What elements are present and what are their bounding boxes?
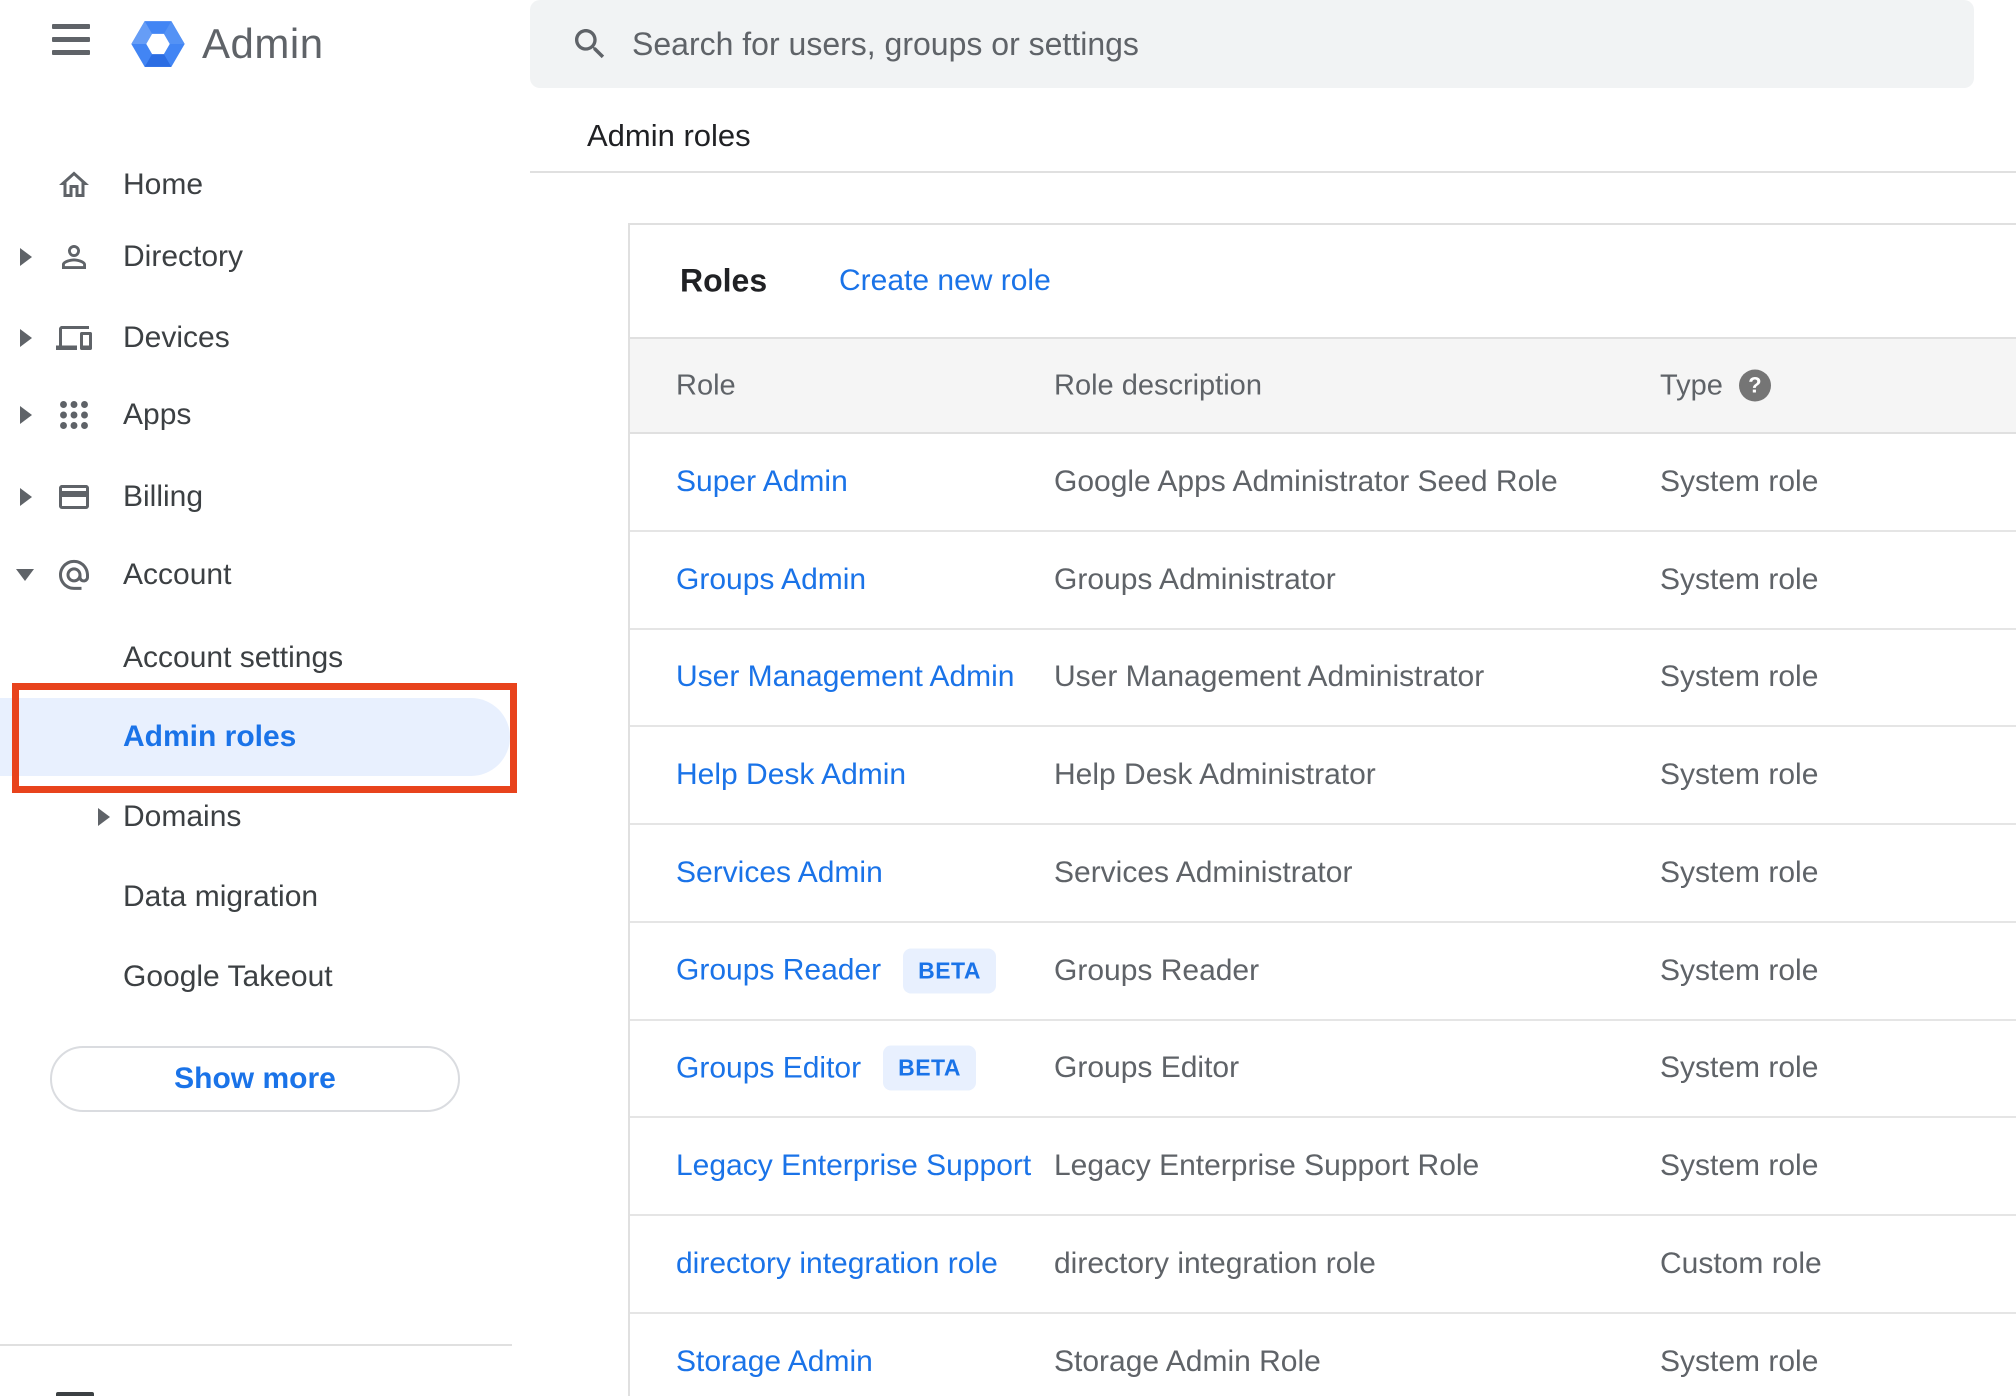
sidebar-item-label: Home — [123, 168, 204, 201]
sidebar-item-admin-roles-selected[interactable]: Admin roles — [0, 698, 510, 776]
role-type: Custom role — [1660, 1246, 1822, 1280]
role-link[interactable]: User Management Admin — [676, 660, 1015, 694]
expand-right-icon[interactable] — [98, 808, 110, 826]
breadcrumb: Admin roles — [587, 118, 751, 153]
expand-right-icon[interactable] — [20, 329, 32, 347]
table-row: Groups Admin Groups Administrator System… — [630, 532, 2016, 630]
sidebar-item-devices[interactable]: Devices — [0, 298, 510, 378]
sidebar-item-account[interactable]: Account — [0, 535, 510, 615]
role-link[interactable]: Super Admin — [676, 465, 848, 499]
sidebar-item-label: Devices — [123, 321, 230, 354]
role-description: Legacy Enterprise Support Role — [1054, 1149, 1480, 1183]
search-placeholder: Search for users, groups or settings — [632, 25, 1139, 62]
sidebar-item-domains[interactable]: Domains — [0, 777, 510, 857]
expand-right-icon[interactable] — [20, 406, 32, 424]
sidebar-item-apps[interactable]: Apps — [0, 375, 510, 455]
search-icon — [575, 29, 605, 59]
table-row: User Management Admin User Management Ad… — [630, 630, 2016, 728]
role-link[interactable]: Help Desk Admin — [676, 758, 906, 792]
show-more-label: Show more — [174, 1062, 336, 1095]
table-row: Groups Editor BETA Groups Editor System … — [630, 1021, 2016, 1119]
role-type: System role — [1660, 1344, 1819, 1378]
role-description: User Management Administrator — [1054, 660, 1485, 694]
role-type: System role — [1660, 1149, 1819, 1183]
roles-card-titlebar: Roles Create new role — [630, 225, 2016, 337]
sidebar-item-label: Domains — [123, 800, 242, 833]
home-icon — [56, 167, 92, 203]
cut-off-icon — [56, 1392, 94, 1396]
apps-grid-icon — [56, 397, 92, 433]
sidebar-item-directory[interactable]: Directory — [0, 217, 510, 297]
devices-icon — [56, 320, 92, 356]
role-description: Groups Editor — [1054, 1051, 1240, 1085]
roles-table-header: Role Role description Type ? — [630, 337, 2016, 434]
role-link[interactable]: Services Admin — [676, 856, 883, 890]
person-icon — [56, 239, 92, 275]
role-type: System role — [1660, 953, 1819, 987]
sidebar-item-label: Billing — [123, 480, 204, 513]
sidebar-item-label: Google Takeout — [123, 960, 333, 993]
role-link[interactable]: Legacy Enterprise Support — [676, 1149, 1031, 1183]
sidebar-item-label: Account settings — [123, 641, 344, 674]
sidebar-item-data-migration[interactable]: Data migration — [0, 857, 510, 937]
admin-console-screen: Admin Search for users, groups or settin… — [0, 0, 2016, 1396]
table-row: Help Desk Admin Help Desk Administrator … — [630, 727, 2016, 825]
table-row: Services Admin Services Administrator Sy… — [630, 825, 2016, 923]
role-type: System role — [1660, 660, 1819, 694]
show-more-button[interactable]: Show more — [50, 1046, 460, 1112]
expand-right-icon[interactable] — [20, 488, 32, 506]
app-title: Admin — [202, 20, 324, 67]
create-new-role-link[interactable]: Create new role — [839, 264, 1051, 298]
search-bar[interactable]: Search for users, groups or settings — [530, 0, 1974, 88]
roles-table-body: Super Admin Google Apps Administrator Se… — [630, 434, 2016, 1396]
help-icon[interactable]: ? — [1738, 369, 1771, 402]
role-description: directory integration role — [1054, 1246, 1376, 1280]
role-description: Groups Administrator — [1054, 562, 1336, 596]
expand-right-icon[interactable] — [20, 248, 32, 266]
table-row: Super Admin Google Apps Administrator Se… — [630, 434, 2016, 532]
credit-card-icon — [56, 479, 92, 515]
table-row: directory integration role directory int… — [630, 1216, 2016, 1314]
sidebar-bottom-divider — [0, 1344, 512, 1346]
roles-title: Roles — [680, 262, 768, 299]
role-description: Storage Admin Role — [1054, 1344, 1321, 1378]
role-description: Groups Reader — [1054, 953, 1260, 987]
table-row: Storage Admin Storage Admin Role System … — [630, 1314, 2016, 1396]
role-description: Help Desk Administrator — [1054, 758, 1376, 792]
column-header-type: Type — [1660, 369, 1723, 401]
role-description: Google Apps Administrator Seed Role — [1054, 464, 1558, 498]
sidebar-item-home[interactable]: Home — [0, 145, 510, 225]
sidebar-item-account-settings[interactable]: Account settings — [0, 618, 510, 698]
at-sign-icon — [56, 557, 92, 593]
sidebar-item-label: Account — [123, 558, 232, 591]
table-row: Groups Reader BETA Groups Reader System … — [630, 923, 2016, 1021]
menu-hamburger-icon[interactable] — [52, 24, 90, 58]
role-type: System role — [1660, 1051, 1819, 1085]
beta-badge: BETA — [903, 948, 997, 994]
sidebar-item-label: Data migration — [123, 880, 319, 913]
role-type: System role — [1660, 855, 1819, 889]
sidebar-item-label: Admin roles — [123, 720, 297, 753]
content-top-divider — [530, 171, 2016, 173]
sidebar-item-google-takeout[interactable]: Google Takeout — [0, 937, 510, 1017]
sidebar-item-label: Apps — [123, 398, 192, 431]
role-type: System role — [1660, 758, 1819, 792]
column-header-description: Role description — [1054, 369, 1262, 401]
sidebar-item-billing[interactable]: Billing — [0, 457, 510, 537]
column-header-role: Role — [676, 369, 736, 401]
google-admin-logo-icon — [126, 12, 190, 76]
role-link[interactable]: Groups Reader — [676, 954, 881, 988]
role-link[interactable]: Storage Admin — [676, 1345, 873, 1379]
beta-badge: BETA — [883, 1045, 976, 1091]
role-link[interactable]: directory integration role — [676, 1247, 998, 1281]
roles-card: Roles Create new role Role Role descript… — [628, 223, 2016, 1396]
sidebar-item-label: Directory — [123, 240, 244, 273]
role-link[interactable]: Groups Editor — [676, 1051, 861, 1085]
role-type: System role — [1660, 464, 1819, 498]
table-row: Legacy Enterprise Support Legacy Enterpr… — [630, 1118, 2016, 1216]
role-type: System role — [1660, 562, 1819, 596]
expand-down-icon[interactable] — [16, 569, 34, 581]
role-description: Services Administrator — [1054, 855, 1353, 889]
role-link[interactable]: Groups Admin — [676, 563, 866, 597]
